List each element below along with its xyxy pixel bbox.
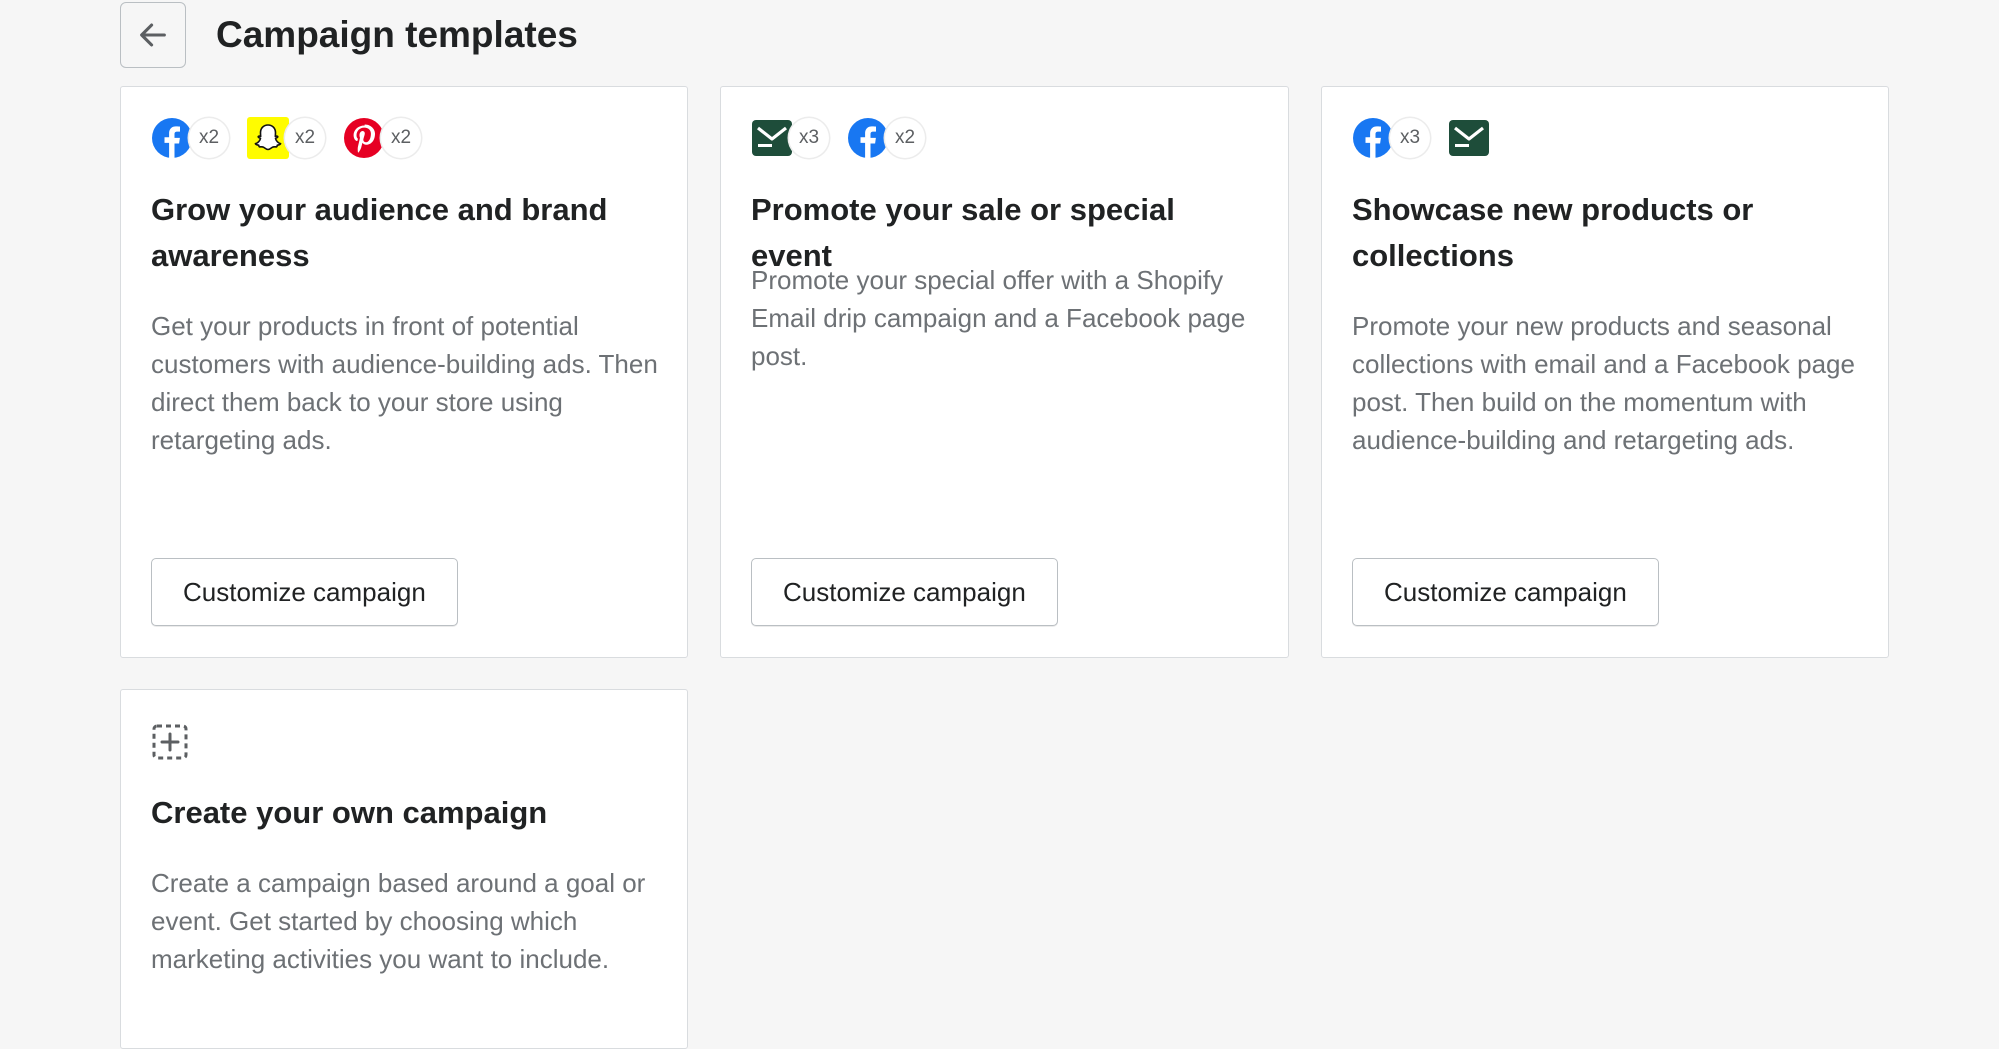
email-icon bbox=[1448, 117, 1490, 159]
card-description: Get your products in front of potential … bbox=[151, 311, 658, 455]
snapchat-icon bbox=[247, 117, 289, 159]
page-title: Campaign templates bbox=[216, 14, 578, 55]
channel-icons: x3 bbox=[1352, 115, 1508, 161]
card-description: Promote your special offer with a Shopif… bbox=[751, 265, 1246, 371]
customize-campaign-button[interactable]: Customize campaign bbox=[751, 558, 1058, 626]
channel-facebook: x2 bbox=[847, 117, 925, 159]
channel-email: x3 bbox=[751, 117, 829, 159]
campaign-card-create-own[interactable]: Create your own campaign Create a campai… bbox=[120, 689, 688, 1049]
count-badge: x3 bbox=[789, 118, 829, 158]
channel-pinterest: x2 bbox=[343, 117, 421, 159]
campaign-card-showcase-products: x3 Showcase new products or collections … bbox=[1321, 86, 1889, 658]
card-title: Showcase new products or collections bbox=[1352, 192, 1754, 273]
back-button[interactable] bbox=[120, 2, 186, 68]
facebook-icon bbox=[1352, 117, 1394, 159]
facebook-icon bbox=[151, 117, 193, 159]
campaign-card-promote-sale: x3 x2 Promote your sale or special event… bbox=[720, 86, 1289, 658]
campaign-card-grow-audience: x2 x2 x2 Grow your audience and brand aw… bbox=[120, 86, 688, 658]
add-dashed-square-icon bbox=[151, 723, 191, 763]
channel-icons: x2 x2 x2 bbox=[151, 115, 439, 161]
page-header: Campaign templates bbox=[120, 2, 578, 68]
customize-campaign-button[interactable]: Customize campaign bbox=[151, 558, 458, 626]
facebook-icon bbox=[847, 117, 889, 159]
channel-snapchat: x2 bbox=[247, 117, 325, 159]
email-icon bbox=[751, 117, 793, 159]
arrow-left-icon bbox=[140, 23, 166, 47]
card-description: Promote your new products and seasonal c… bbox=[1352, 311, 1855, 455]
count-badge: x2 bbox=[381, 118, 421, 158]
channel-email bbox=[1448, 117, 1490, 159]
channel-icons bbox=[151, 720, 191, 766]
channel-facebook: x2 bbox=[151, 117, 229, 159]
count-badge: x2 bbox=[885, 118, 925, 158]
card-title: Grow your audience and brand awareness bbox=[151, 192, 608, 273]
channel-icons: x3 x2 bbox=[751, 115, 943, 161]
card-description: Create a campaign based around a goal or… bbox=[151, 868, 646, 974]
count-badge: x2 bbox=[189, 118, 229, 158]
customize-campaign-button[interactable]: Customize campaign bbox=[1352, 558, 1659, 626]
pinterest-icon bbox=[343, 117, 385, 159]
channel-facebook: x3 bbox=[1352, 117, 1430, 159]
card-title: Create your own campaign bbox=[151, 795, 548, 830]
count-badge: x3 bbox=[1390, 118, 1430, 158]
count-badge: x2 bbox=[285, 118, 325, 158]
